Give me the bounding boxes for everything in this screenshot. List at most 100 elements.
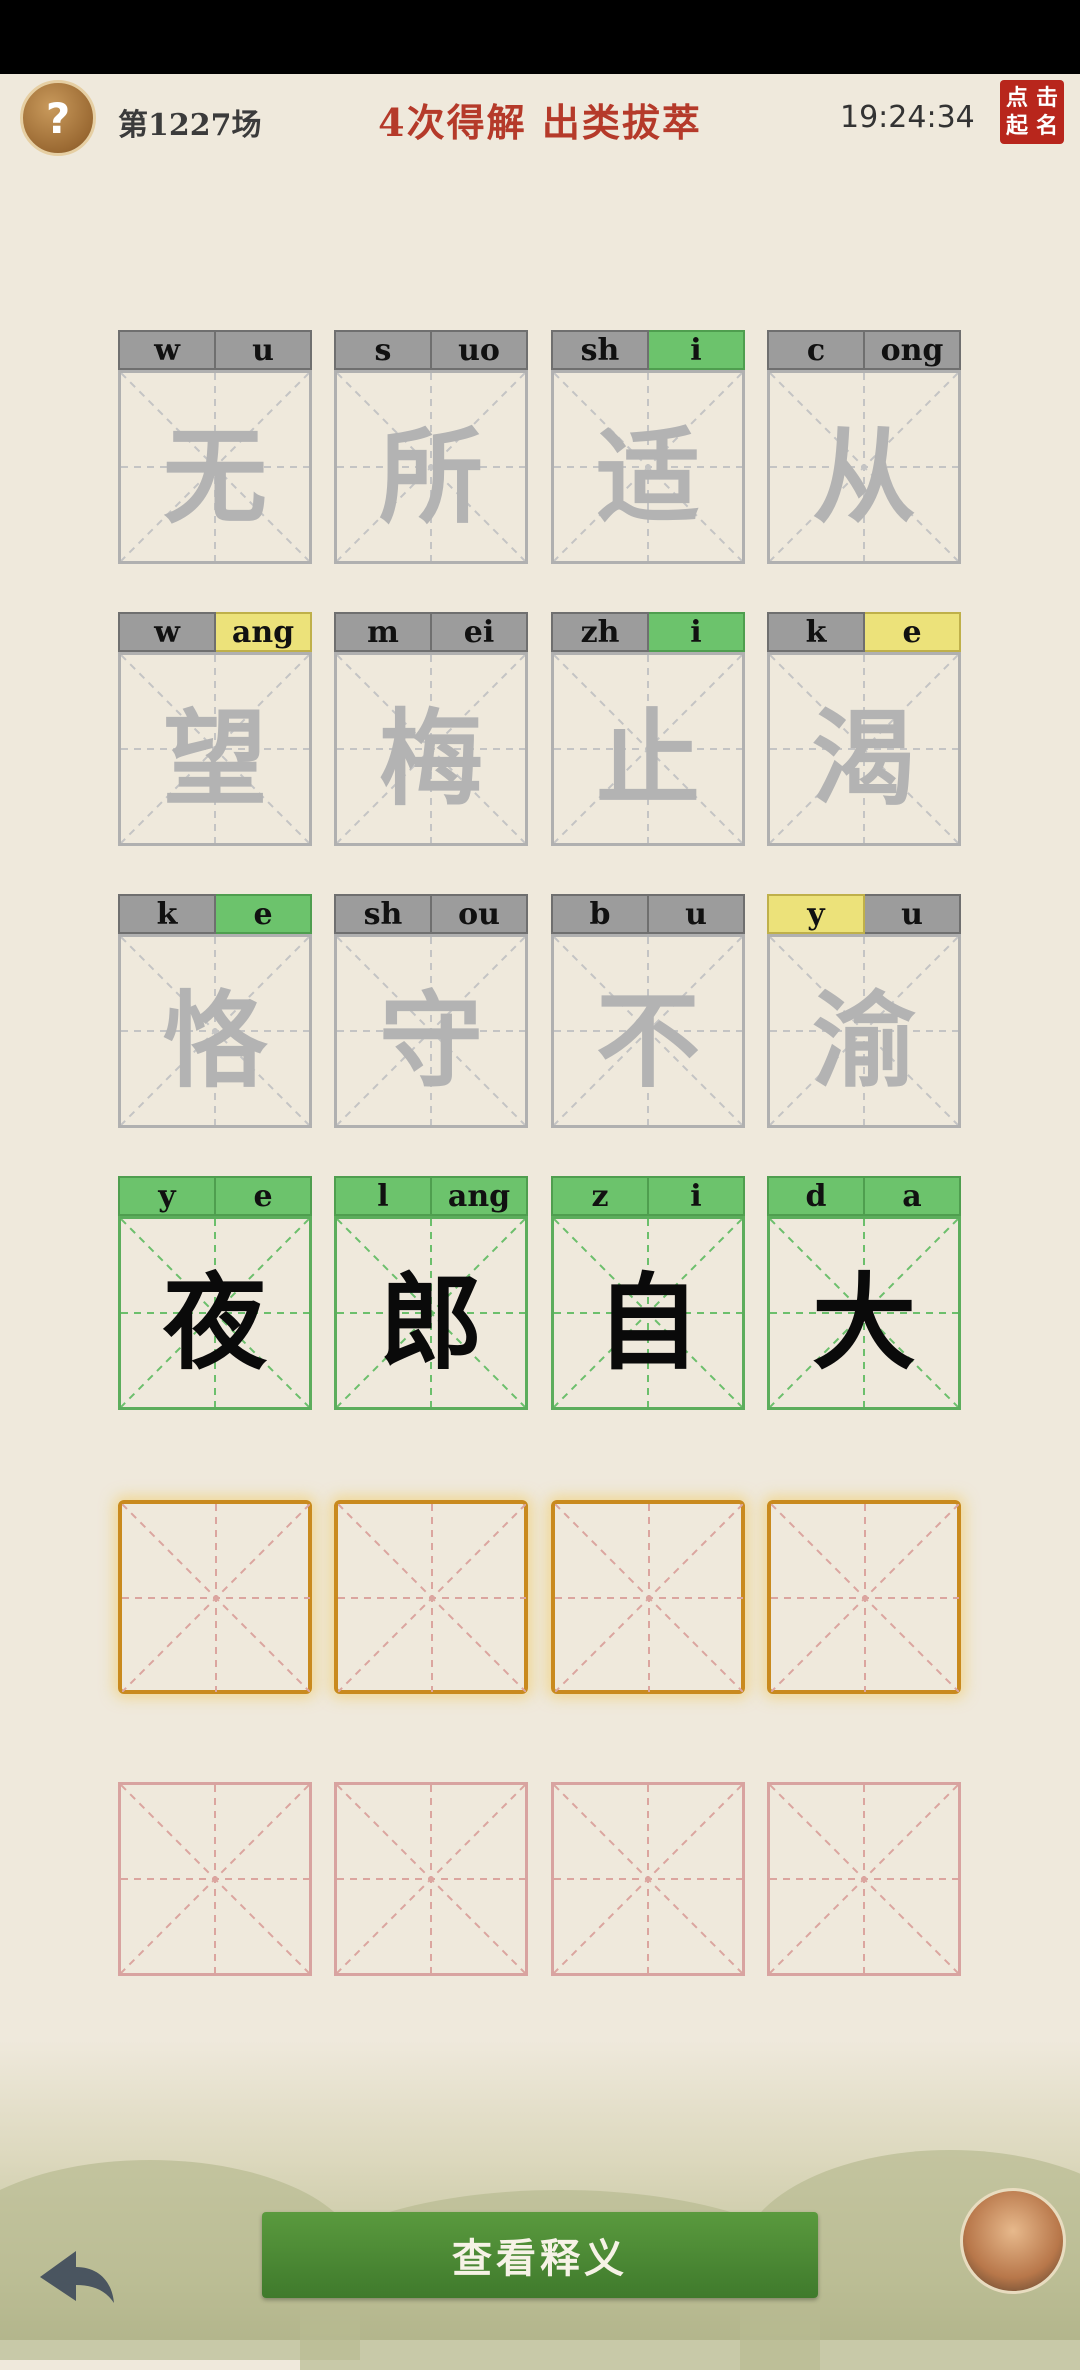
pinyin-bar: ke (118, 894, 312, 934)
character-box: 恪 (118, 934, 312, 1128)
character: 守 (378, 978, 483, 1102)
character-box: 所 (334, 370, 528, 564)
character-box: 郎 (334, 1216, 528, 1410)
pinyin-final: e (216, 1176, 312, 1216)
character-box: 止 (551, 652, 745, 846)
character-box: 渝 (767, 934, 961, 1128)
sage-avatar-icon[interactable] (960, 2188, 1066, 2294)
character-box: 不 (551, 934, 745, 1128)
character-box: 大 (767, 1216, 961, 1410)
pinyin-initial: w (118, 330, 216, 370)
pinyin-initial: k (118, 894, 216, 934)
pinyin-bar: s uo (334, 330, 528, 370)
guess-cell: w ang 望 (118, 612, 312, 848)
pinyin-bar: yu (767, 894, 961, 934)
character-box: 从 (767, 370, 961, 564)
pinyin-initial: m (334, 612, 432, 652)
empty-cell (767, 1782, 961, 2018)
pinyin-initial: zh (551, 612, 649, 652)
status-bar (0, 0, 1080, 74)
pinyin-final: e (865, 612, 961, 652)
character-box: 适 (551, 370, 745, 564)
seal-char: 击 (1035, 85, 1058, 111)
pinyin-bar: sh i (551, 330, 745, 370)
pinyin-initial: z (551, 1176, 649, 1216)
guess-cell: wu 无 (118, 330, 312, 566)
guess-cell: bu 不 (551, 894, 745, 1130)
pinyin-final: ang (216, 612, 312, 652)
character: 不 (595, 978, 700, 1102)
pinyin-final: e (216, 894, 312, 934)
character: 止 (595, 696, 700, 820)
question-mark-icon: ? (45, 93, 71, 143)
seal-char: 名 (1035, 113, 1058, 139)
empty-cell (551, 1782, 745, 2018)
seal-char: 起 (1005, 113, 1028, 139)
pinyin-bar: c ong (767, 330, 961, 370)
input-cell[interactable] (118, 1500, 312, 1736)
help-button[interactable]: ? (20, 80, 96, 156)
character: 郎 (378, 1260, 483, 1384)
pinyin-initial: sh (334, 894, 432, 934)
character: 无 (162, 414, 267, 538)
result-title: 4次得解 出类拔萃 (378, 100, 702, 145)
character: 适 (595, 414, 700, 538)
guess-row: w u 无 s uo 所 sh i 适 c ong 从 (118, 330, 962, 570)
guess-row: w ang 望 m ei 梅 zh i 止 k e 渴 (118, 612, 962, 852)
input-cell[interactable] (334, 1500, 528, 1736)
guess-cell: s uo 所 (334, 330, 528, 566)
back-arrow-icon[interactable] (36, 2245, 116, 2305)
naming-seal-button[interactable]: 点 击 起 名 (1000, 80, 1064, 144)
guess-cell: sh i 适 (551, 330, 745, 566)
pinyin-final: u (865, 894, 961, 934)
pinyin-final: i (649, 1176, 745, 1216)
pinyin-final: a (865, 1176, 961, 1216)
pinyin-final: ang (432, 1176, 528, 1216)
character: 梅 (378, 696, 483, 820)
pinyin-bar: zh i (551, 612, 745, 652)
guess-cell: m ei 梅 (334, 612, 528, 848)
guess-cell: ke 恪 (118, 894, 312, 1130)
guess-cell: ke 渴 (767, 612, 961, 848)
empty-cell (334, 1782, 528, 2018)
guess-cell: sh ou 守 (334, 894, 528, 1130)
character: 望 (162, 696, 267, 820)
pinyin-initial: s (334, 330, 432, 370)
view-explanation-button[interactable]: 查看释义 (262, 2212, 818, 2298)
guess-row: k e 恪 sh ou 守 b u 不 y u 渝 (118, 894, 962, 1134)
character-box: 渴 (767, 652, 961, 846)
pinyin-initial: w (118, 612, 216, 652)
pinyin-final: ong (865, 330, 961, 370)
character: 夜 (162, 1260, 267, 1384)
character-box: 自 (551, 1216, 745, 1410)
character: 从 (811, 414, 916, 538)
pinyin-final: ei (432, 612, 528, 652)
pinyin-final: u (216, 330, 312, 370)
character: 恪 (162, 978, 267, 1102)
seal-char: 点 (1005, 85, 1028, 111)
pinyin-initial: b (551, 894, 649, 934)
pinyin-final: i (649, 330, 745, 370)
empty-cell (118, 1782, 312, 2018)
pinyin-initial: y (118, 1176, 216, 1216)
character-box: 守 (334, 934, 528, 1128)
character: 所 (378, 414, 483, 538)
character-box: 无 (118, 370, 312, 564)
guess-cell: zh i 止 (551, 612, 745, 848)
guess-row: y e 夜 l ang 郎 z i 自 d a 大 (118, 1176, 962, 1416)
guess-cell: c ong 从 (767, 330, 961, 566)
pinyin-bar: zi (551, 1176, 745, 1216)
pinyin-initial: sh (551, 330, 649, 370)
pinyin-bar: ye (118, 1176, 312, 1216)
character-box: 望 (118, 652, 312, 846)
pinyin-initial: y (767, 894, 865, 934)
clock: 19:24:34 (840, 100, 975, 135)
input-cell[interactable] (767, 1500, 961, 1736)
pinyin-bar: sh ou (334, 894, 528, 934)
pinyin-bar: wu (118, 330, 312, 370)
input-cell[interactable] (551, 1500, 745, 1736)
empty-row (118, 1782, 962, 2022)
pinyin-final: i (649, 612, 745, 652)
pinyin-bar: w ang (118, 612, 312, 652)
pinyin-final: uo (432, 330, 528, 370)
